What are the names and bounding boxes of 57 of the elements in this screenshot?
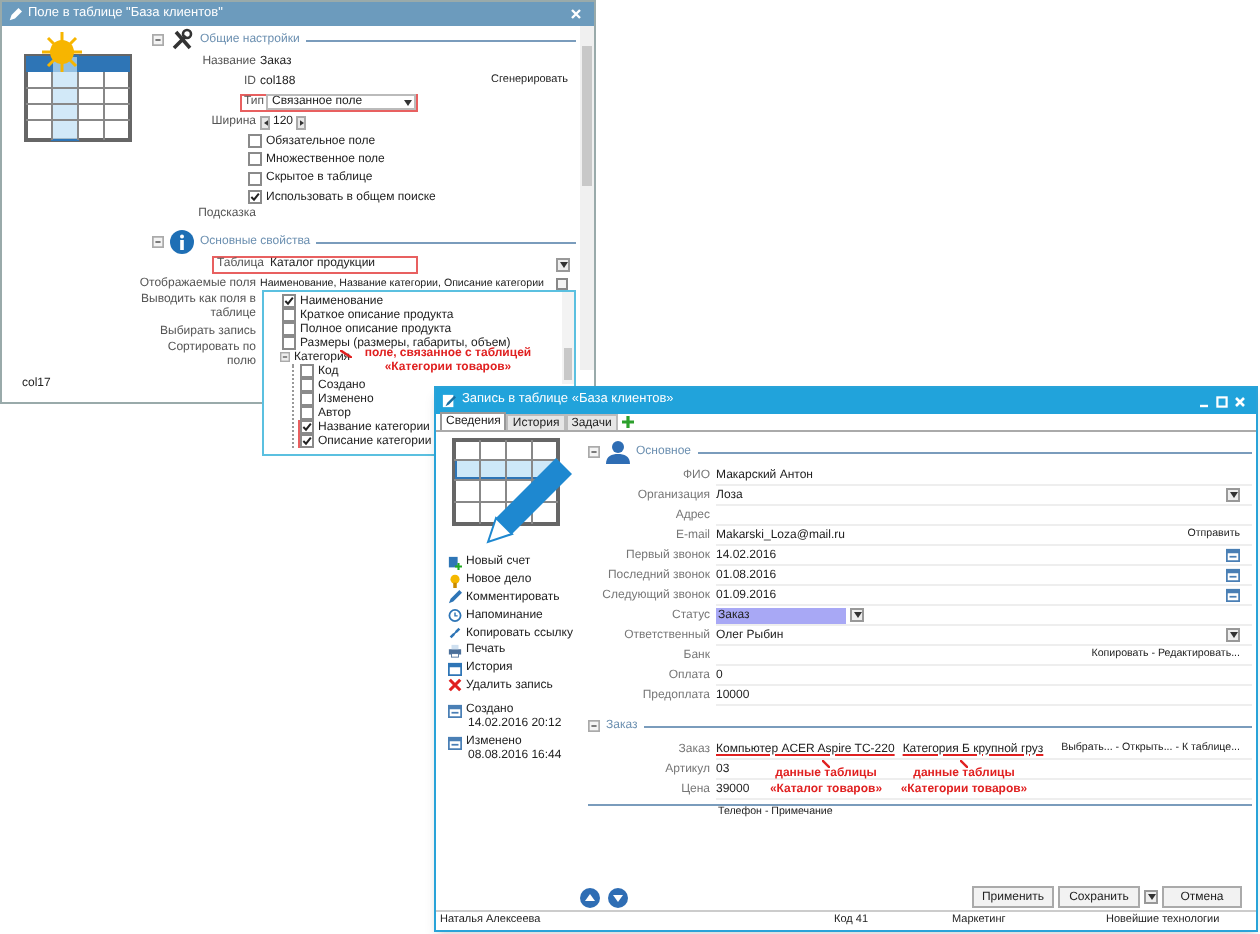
collapse-icon[interactable]: [280, 352, 290, 362]
close-icon[interactable]: [570, 8, 582, 20]
scrollbar[interactable]: [562, 292, 574, 384]
document-plus-icon: [448, 555, 462, 570]
collapse-icon[interactable]: [588, 720, 600, 732]
field-picker-button[interactable]: [556, 278, 568, 291]
checkbox[interactable]: [248, 171, 262, 186]
collapse-icon[interactable]: [152, 236, 164, 249]
calendar-icon[interactable]: [1226, 548, 1240, 562]
info-icon: [170, 230, 194, 255]
scrollbar[interactable]: [580, 26, 594, 370]
arrow-up-icon[interactable]: [580, 887, 600, 907]
calendar-icon[interactable]: [1226, 568, 1240, 582]
checkbox[interactable]: [282, 336, 296, 350]
pencil-icon: [8, 7, 22, 21]
delete-icon: [448, 678, 462, 693]
checkbox[interactable]: [248, 134, 262, 149]
dropdown-button[interactable]: [1226, 488, 1240, 502]
calendar-icon[interactable]: [448, 703, 462, 718]
decrement-button[interactable]: [260, 115, 270, 129]
checkbox[interactable]: [282, 294, 296, 308]
dropdown-button[interactable]: [556, 257, 570, 272]
dropdown-button[interactable]: [850, 608, 864, 622]
checkbox[interactable]: [282, 308, 296, 322]
add-tab-icon[interactable]: [621, 416, 634, 428]
leader-line: [822, 760, 830, 768]
edit-icon: [442, 394, 456, 408]
printer-icon: [448, 643, 462, 658]
checkbox[interactable]: [300, 420, 314, 434]
person-icon: [606, 440, 630, 464]
pencil-icon: [448, 590, 462, 605]
checkbox[interactable]: [300, 406, 314, 420]
increment-button[interactable]: [296, 115, 306, 129]
table-drawing: [22, 32, 134, 144]
calendar-icon[interactable]: [448, 735, 462, 750]
maximize-icon[interactable]: [1216, 395, 1228, 407]
checkbox[interactable]: [248, 190, 262, 205]
table-pencil-drawing: [452, 438, 576, 550]
checkbox[interactable]: [248, 152, 262, 167]
dropdown-button[interactable]: [1226, 628, 1240, 642]
leader-line: [340, 350, 352, 358]
clock-icon: [448, 608, 462, 623]
checkbox[interactable]: [300, 392, 314, 406]
caret-icon: [404, 99, 412, 105]
lightbulb-icon: [448, 573, 462, 588]
close-icon[interactable]: [1234, 395, 1246, 407]
checkbox[interactable]: [282, 322, 296, 336]
calendar-icon[interactable]: [1226, 588, 1240, 602]
leader-line: [960, 760, 968, 768]
checkbox[interactable]: [300, 364, 314, 378]
collapse-icon[interactable]: [588, 446, 600, 458]
dropdown-button[interactable]: [1144, 890, 1158, 904]
checkbox[interactable]: [300, 378, 314, 392]
tools-icon: [170, 28, 194, 52]
collapse-icon[interactable]: [152, 34, 164, 46]
arrow-down-icon[interactable]: [608, 887, 628, 907]
checkbox[interactable]: [300, 434, 314, 448]
